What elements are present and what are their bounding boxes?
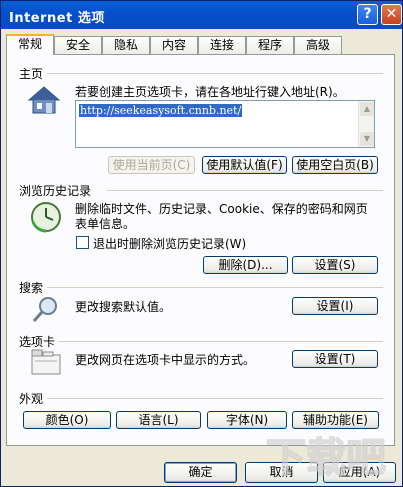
tab-advanced[interactable]: 高级: [294, 36, 342, 54]
history-section-title: 浏览历史记录: [19, 184, 92, 198]
home-page-url-field[interactable]: http://seekeasysoft.cnnb.net/ ▲ ▼: [75, 100, 375, 148]
tab-programs[interactable]: 程序: [246, 36, 294, 54]
tab-connections[interactable]: 连接: [198, 36, 246, 54]
help-button[interactable]: ?: [357, 4, 378, 25]
tab-general[interactable]: 常规: [6, 34, 54, 55]
general-tab-panel: 主页 若要创建主页选项卡，请在各地址行键入地址(R)。 http://seeke…: [6, 54, 395, 446]
delete-history-on-exit-label[interactable]: 退出时删除浏览历史记录(W): [93, 235, 246, 252]
magnifier-icon: [32, 297, 57, 322]
search-separator: [47, 287, 383, 288]
tabs-settings-button[interactable]: 设置(T): [292, 350, 378, 368]
home-separator: [47, 73, 383, 74]
svg-text:下载吧: 下载吧: [266, 435, 386, 481]
history-description-line2: 表单信息。: [75, 217, 136, 231]
home-description: 若要创建主页选项卡，请在各地址行键入地址(R)。: [75, 85, 345, 99]
tabs-section-title: 选项卡: [19, 335, 56, 349]
tabs-separator: [59, 341, 383, 342]
home-section-title: 主页: [19, 67, 44, 81]
tabs-description: 更改网页在选项卡中显示的方式。: [75, 353, 256, 367]
use-default-button[interactable]: 使用默认值(F): [202, 156, 287, 174]
search-section-title: 搜索: [19, 281, 44, 295]
tab-security[interactable]: 安全: [54, 36, 102, 54]
internet-options-dialog: Internet 选项 ? ✕ 常规 安全 隐私 内容 连接 程序 高级 主页 …: [0, 0, 403, 487]
scroll-up-icon[interactable]: ▲: [360, 102, 374, 116]
ok-button[interactable]: 确定: [164, 462, 237, 483]
title-bar[interactable]: Internet 选项 ? ✕: [1, 1, 402, 29]
languages-button[interactable]: 语言(L): [116, 411, 201, 429]
tab-privacy[interactable]: 隐私: [102, 36, 150, 54]
tab-content[interactable]: 内容: [150, 36, 198, 54]
colors-button[interactable]: 颜色(O): [23, 411, 111, 429]
appearance-separator: [47, 398, 383, 399]
delete-history-on-exit-checkbox[interactable]: [76, 236, 89, 249]
accessibility-button[interactable]: 辅助功能(E): [292, 411, 379, 429]
delete-history-button[interactable]: 删除(D)...: [203, 256, 288, 274]
watermark-logo: 下载吧: [266, 434, 387, 482]
use-blank-button[interactable]: 使用空白页(B): [292, 156, 378, 174]
appearance-section-title: 外观: [19, 392, 44, 406]
history-clock-icon: [31, 202, 61, 233]
scroll-down-icon[interactable]: ▼: [360, 132, 374, 146]
use-current-button[interactable]: 使用当前页(C): [108, 156, 195, 174]
house-icon: [27, 86, 61, 114]
close-button[interactable]: ✕: [381, 4, 402, 25]
history-settings-button[interactable]: 设置(S): [292, 256, 378, 274]
window-title: Internet 选项: [9, 11, 105, 26]
search-settings-button[interactable]: 设置(I): [292, 297, 378, 315]
search-description: 更改搜索默认值。: [75, 300, 172, 314]
fonts-button[interactable]: 字体(N): [207, 411, 287, 429]
history-separator: [107, 190, 383, 191]
url-scrollbar[interactable]: ▲ ▼: [358, 101, 374, 147]
home-page-url-value: http://seekeasysoft.cnnb.net/: [79, 104, 243, 117]
tabbed-window-icon: [31, 349, 61, 375]
